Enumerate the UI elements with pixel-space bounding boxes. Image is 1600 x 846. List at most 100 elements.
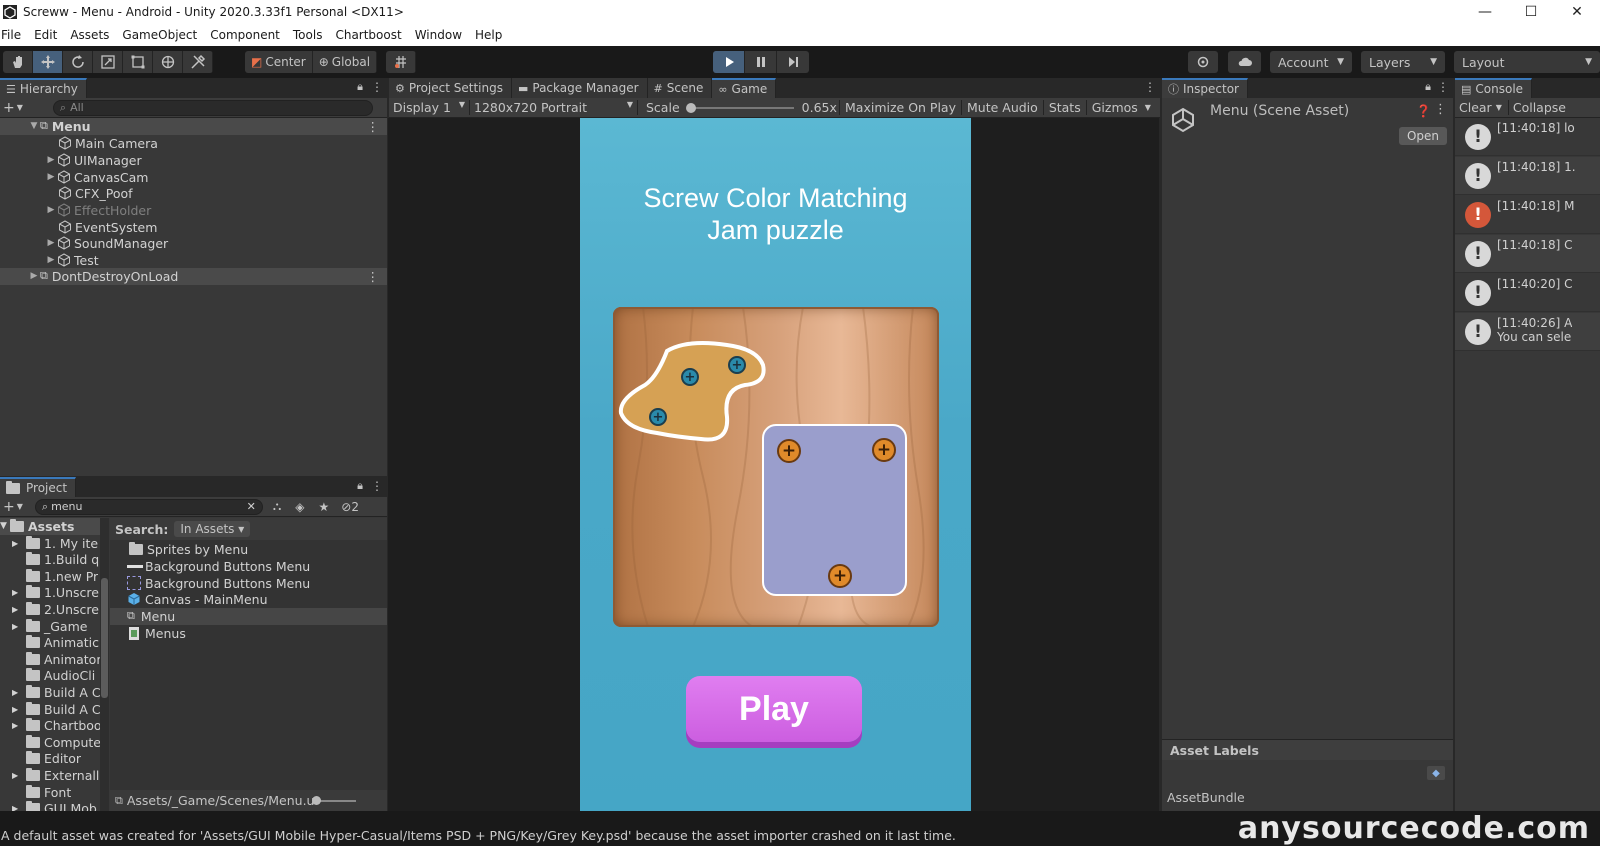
move-tool-icon[interactable]	[33, 51, 63, 73]
tab-inspector[interactable]: ⓘ Inspector	[1162, 78, 1248, 98]
tree-item[interactable]: Font	[26, 784, 71, 801]
tree-item[interactable]: ▶ Build A C	[12, 701, 101, 718]
chevron-right-icon[interactable]: ▶	[45, 238, 57, 248]
clear-search-icon[interactable]: ✕	[247, 500, 256, 513]
log-entry[interactable]: ! [11:40:26] A You can sele	[1455, 313, 1600, 351]
add-icon[interactable]: +	[3, 499, 15, 515]
tab-project-settings[interactable]: ⚙ Project Settings	[389, 78, 512, 98]
panel-menu-icon[interactable]: ⋮	[1437, 80, 1449, 94]
tab-hierarchy[interactable]: ☰ Hierarchy	[0, 78, 87, 98]
cloud-icon[interactable]	[1228, 51, 1261, 73]
maximize-button[interactable]: ☐	[1508, 0, 1554, 24]
chevron-right-icon[interactable]: ▶	[12, 588, 26, 597]
tab-package-manager[interactable]: ▬ Package Manager	[511, 78, 648, 98]
tree-item[interactable]: ▶ Chartboo	[12, 717, 102, 734]
tree-item[interactable]: Editor	[26, 750, 81, 767]
row-menu-icon[interactable]: ⋮	[367, 119, 380, 134]
account-dropdown[interactable]: Account ▼	[1270, 51, 1352, 73]
tree-item[interactable]: ▶ 1. My ite	[12, 535, 98, 552]
menu-file[interactable]: File	[0, 28, 27, 42]
chevron-down-icon[interactable]: ▼	[0, 521, 10, 531]
step-icon[interactable]	[777, 51, 809, 73]
tree-item[interactable]: 1.new Pr	[26, 568, 98, 585]
tab-console[interactable]: ▤ Console	[1455, 78, 1533, 98]
filter-label-icon[interactable]: ◈	[295, 500, 304, 514]
slider-thumb[interactable]	[312, 795, 322, 805]
lock-icon[interactable]: 🔒︎	[1425, 80, 1431, 94]
chevron-right-icon[interactable]: ▶	[12, 721, 26, 730]
lock-icon[interactable]: 🔒︎	[357, 80, 363, 94]
mute-audio-toggle[interactable]: Mute Audio	[961, 100, 1043, 115]
hierarchy-scene-row[interactable]: ▼ ⧉ Menu ⋮	[0, 118, 387, 135]
collab-icon[interactable]	[1188, 51, 1218, 73]
tree-item[interactable]: 1.Build q	[26, 551, 99, 568]
panel-menu-icon[interactable]: ⋮	[371, 479, 383, 493]
minimize-button[interactable]: —	[1462, 0, 1508, 24]
hierarchy-row[interactable]: CFX_Poof	[0, 185, 387, 202]
chevron-down-icon[interactable]: ▼	[1145, 103, 1151, 112]
scale-slider[interactable]	[685, 102, 794, 113]
rotate-tool-icon[interactable]	[63, 51, 93, 73]
favorite-icon[interactable]: ★	[319, 500, 330, 514]
label-tag-icon[interactable]: ◆	[1427, 766, 1445, 780]
asset-labels-header[interactable]: Asset Labels	[1162, 739, 1453, 760]
hierarchy-row[interactable]: ▶ Test	[0, 252, 387, 269]
result-item[interactable]: Canvas - MainMenu	[127, 591, 268, 608]
chevron-right-icon[interactable]: ▶	[12, 804, 26, 811]
tree-item[interactable]: Compute	[26, 734, 101, 751]
pivot-global-button[interactable]: ⊕ Global	[313, 51, 378, 73]
chevron-right-icon[interactable]: ▶	[45, 205, 57, 215]
chevron-right-icon[interactable]: ▶	[45, 255, 57, 265]
resolution-dropdown[interactable]: 1280x720 Portrait ▼	[469, 100, 637, 115]
tree-item[interactable]: ▶ _Game	[12, 618, 87, 635]
help-icon[interactable]: ❓	[1416, 104, 1431, 118]
tree-item[interactable]: ▶ 1.Unscre	[12, 584, 99, 601]
status-message[interactable]: A default asset was created for 'Assets/…	[1, 828, 956, 843]
pause-icon[interactable]	[745, 51, 777, 73]
tree-scrollbar[interactable]	[100, 518, 109, 811]
result-item[interactable]: Background Buttons Menu	[127, 558, 310, 575]
menu-tools[interactable]: Tools	[292, 28, 329, 42]
log-entry[interactable]: ! [11:40:18] M	[1455, 196, 1600, 234]
tab-scene[interactable]: # Scene	[647, 78, 713, 98]
chevron-down-icon[interactable]: ▼	[1496, 103, 1502, 112]
close-button[interactable]: ✕	[1554, 0, 1600, 24]
chevron-right-icon[interactable]: ▶	[12, 622, 26, 631]
play-button[interactable]: Play	[686, 676, 862, 742]
grid-snap-icon[interactable]	[386, 51, 416, 73]
screw-icon[interactable]: +	[728, 356, 746, 374]
scrollbar-thumb[interactable]	[101, 578, 108, 698]
hand-tool-icon[interactable]	[3, 51, 33, 73]
tree-item[interactable]: AudioCli	[26, 667, 95, 684]
log-entry[interactable]: ! [11:40:18] C	[1455, 235, 1600, 273]
transform-tool-icon[interactable]	[153, 51, 183, 73]
collapse-button[interactable]: Collapse	[1507, 100, 1570, 115]
layout-dropdown[interactable]: Layout ▼	[1454, 51, 1600, 73]
result-item[interactable]: Menus	[129, 625, 186, 642]
screw-icon[interactable]: +	[649, 408, 667, 426]
open-button[interactable]: Open	[1398, 127, 1447, 145]
chevron-right-icon[interactable]: ▶	[28, 271, 40, 281]
rect-tool-icon[interactable]	[123, 51, 153, 73]
menu-window[interactable]: Window	[414, 28, 468, 42]
filter-type-icon[interactable]: ⛬	[273, 499, 281, 514]
chevron-right-icon[interactable]: ▶	[12, 705, 26, 714]
row-menu-icon[interactable]: ⋮	[367, 269, 380, 284]
tree-item[interactable]: ▶ GUI Mob	[12, 800, 97, 811]
layers-dropdown[interactable]: Layers ▼	[1361, 51, 1445, 73]
chevron-right-icon[interactable]: ▶	[12, 771, 26, 780]
chevron-right-icon[interactable]: ▶	[45, 172, 57, 182]
log-entry[interactable]: ! [11:40:20] C	[1455, 274, 1600, 312]
chevron-down-icon[interactable]: ▼	[17, 502, 23, 511]
search-scope-dropdown[interactable]: In Assets ▾	[174, 521, 251, 537]
project-search-input[interactable]: ⌕ menu ✕	[34, 498, 263, 515]
panel-menu-icon[interactable]: ⋮	[1144, 80, 1156, 94]
tab-project[interactable]: Project	[0, 477, 77, 497]
screw-icon[interactable]: +	[681, 368, 699, 386]
hierarchy-row[interactable]: EventSystem	[0, 219, 387, 236]
hierarchy-row[interactable]: ▶ EffectHolder	[0, 202, 387, 219]
chevron-down-icon[interactable]: ▼	[17, 103, 23, 112]
chevron-right-icon[interactable]: ▶	[12, 605, 26, 614]
log-entry[interactable]: ! [11:40:18] lo	[1455, 118, 1600, 156]
menu-component[interactable]: Component	[209, 28, 286, 42]
